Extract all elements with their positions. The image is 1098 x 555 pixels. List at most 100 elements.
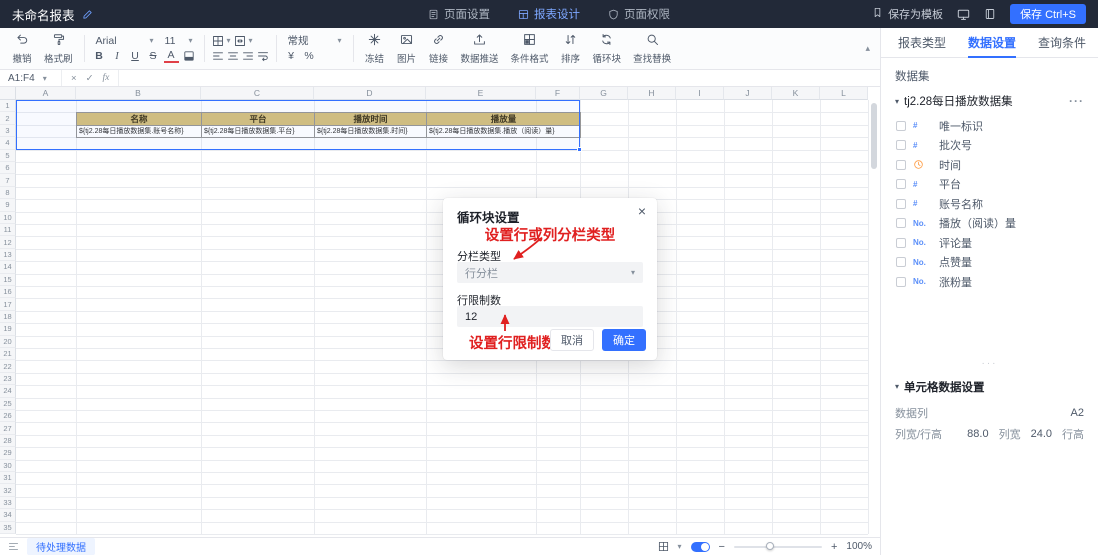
number-format-select[interactable]: 常规▾	[284, 33, 346, 48]
format-painter-button[interactable]: 格式刷	[38, 30, 79, 67]
topnav-item-shield[interactable]: 页面权限	[608, 6, 670, 22]
toolbar-link-button[interactable]: 链接	[423, 30, 455, 67]
row-header-19[interactable]: 19	[0, 323, 16, 335]
underline-button[interactable]: U	[128, 49, 143, 64]
spreadsheet[interactable]: ABCDEFGHIJKL1234567891011121314151617181…	[0, 87, 880, 537]
fx-icon[interactable]: fx	[103, 73, 110, 83]
field-checkbox[interactable]	[896, 238, 906, 248]
italic-button[interactable]: I	[110, 49, 125, 64]
align-center-button[interactable]	[227, 50, 239, 62]
panel-resize-handle[interactable]: ···	[982, 358, 998, 369]
strikethrough-button[interactable]: S	[146, 49, 161, 64]
dataset-more-icon[interactable]: ···	[1069, 94, 1084, 108]
field-checkbox[interactable]	[896, 121, 906, 131]
fill-color-button[interactable]	[182, 49, 197, 64]
undo-button[interactable]: 撤销	[6, 30, 38, 67]
topnav-item-page[interactable]: 页面设置	[428, 6, 490, 22]
row-header-34[interactable]: 34	[0, 509, 16, 521]
formula-input[interactable]	[119, 70, 880, 86]
toolbar-image-button[interactable]: 图片	[391, 30, 423, 67]
field-checkbox[interactable]	[896, 160, 906, 170]
grid-view-icon[interactable]	[658, 541, 669, 552]
row-header-4[interactable]: 4	[0, 137, 16, 149]
row-header-14[interactable]: 14	[0, 261, 16, 273]
row-header-33[interactable]: 33	[0, 497, 16, 509]
panel-tab-1[interactable]: 数据设置	[957, 28, 1027, 57]
save-as-template-button[interactable]: 保存为模板	[872, 6, 943, 22]
field-checkbox[interactable]	[896, 257, 906, 267]
row-header-35[interactable]: 35	[0, 522, 16, 534]
toolbar-cond-button[interactable]: 条件格式	[505, 30, 555, 67]
row-header-11[interactable]: 11	[0, 224, 16, 236]
confirm-button[interactable]: 确定	[602, 329, 646, 351]
preview-icon[interactable]	[957, 8, 970, 21]
toolbar-freeze-button[interactable]: 冻结	[359, 30, 391, 67]
borders-button[interactable]	[212, 35, 224, 47]
row-header-31[interactable]: 31	[0, 472, 16, 484]
toolbar-collapse-caret[interactable]: ▴	[861, 43, 874, 54]
row-header-16[interactable]: 16	[0, 286, 16, 298]
font-color-button[interactable]: A	[164, 50, 179, 63]
column-header-I[interactable]: I	[676, 87, 724, 100]
bold-button[interactable]: B	[92, 49, 107, 64]
column-header-H[interactable]: H	[628, 87, 676, 100]
vertical-scrollbar[interactable]	[871, 103, 877, 169]
cancel-button[interactable]: 取消	[550, 329, 594, 351]
column-header-J[interactable]: J	[724, 87, 772, 100]
manual-icon[interactable]	[984, 8, 996, 20]
topnav-item-layout[interactable]: 报表设计	[518, 6, 580, 22]
select-all-corner[interactable]	[0, 87, 16, 100]
row-header-15[interactable]: 15	[0, 274, 16, 286]
table-header-cell[interactable]: 播放量	[426, 112, 581, 125]
table-binding-cell[interactable]: ${tj2.28每日播放数据集.平台}	[201, 125, 315, 138]
table-binding-cell[interactable]: ${tj2.28每日播放数据集.账号名称}	[76, 125, 202, 138]
row-header-28[interactable]: 28	[0, 435, 16, 447]
column-header-G[interactable]: G	[580, 87, 628, 100]
column-header-K[interactable]: K	[772, 87, 820, 100]
fill-handle[interactable]	[577, 147, 582, 152]
zoom-slider-handle[interactable]	[766, 542, 774, 550]
align-right-button[interactable]	[242, 50, 254, 62]
row-header-3[interactable]: 3	[0, 125, 16, 137]
zoom-slider[interactable]	[734, 546, 822, 548]
row-header-12[interactable]: 12	[0, 236, 16, 248]
row-header-32[interactable]: 32	[0, 484, 16, 496]
row-header-8[interactable]: 8	[0, 187, 16, 199]
panel-tab-2[interactable]: 查询条件	[1027, 28, 1097, 57]
font-size-select[interactable]: 11▾	[161, 35, 197, 47]
column-header-C[interactable]: C	[201, 87, 314, 100]
row-limit-input[interactable]: 12	[457, 306, 643, 327]
row-header-18[interactable]: 18	[0, 311, 16, 323]
close-icon[interactable]: ×	[638, 203, 646, 219]
edit-title-icon[interactable]	[82, 9, 93, 20]
row-header-27[interactable]: 27	[0, 422, 16, 434]
row-header-24[interactable]: 24	[0, 385, 16, 397]
toolbar-push-button[interactable]: 数据推送	[455, 30, 505, 67]
view-toggle[interactable]	[691, 542, 710, 552]
column-header-E[interactable]: E	[426, 87, 536, 100]
panel-tab-0[interactable]: 报表类型	[887, 28, 957, 57]
row-header-7[interactable]: 7	[0, 174, 16, 186]
row-header-17[interactable]: 17	[0, 298, 16, 310]
row-header-21[interactable]: 21	[0, 348, 16, 360]
cell-settings-section[interactable]: ▾ 单元格数据设置	[895, 379, 1084, 395]
align-left-button[interactable]	[212, 50, 224, 62]
table-binding-cell[interactable]: ${tj2.28每日播放数据集.时间}	[314, 125, 427, 138]
field-checkbox[interactable]	[896, 179, 906, 189]
column-type-select[interactable]: 行分栏 ▾	[457, 262, 643, 283]
field-checkbox[interactable]	[896, 277, 906, 287]
column-header-F[interactable]: F	[536, 87, 580, 100]
sheet-tab[interactable]: 待处理数据	[27, 538, 95, 555]
column-width-value[interactable]: 88.0	[967, 428, 988, 440]
table-header-cell[interactable]: 名称	[76, 112, 202, 125]
table-header-cell[interactable]: 平台	[201, 112, 315, 125]
toolbar-search-button[interactable]: 查找替换	[627, 30, 677, 67]
name-box[interactable]: A1:F4 ▾	[0, 70, 62, 86]
table-header-cell[interactable]: 播放时间	[314, 112, 427, 125]
column-header-L[interactable]: L	[820, 87, 868, 100]
toolbar-sort-button[interactable]: 排序	[555, 30, 587, 67]
save-button[interactable]: 保存 Ctrl+S	[1010, 4, 1086, 24]
row-header-30[interactable]: 30	[0, 460, 16, 472]
cancel-entry-icon[interactable]: ×	[71, 73, 77, 84]
row-header-1[interactable]: 1	[0, 100, 16, 112]
